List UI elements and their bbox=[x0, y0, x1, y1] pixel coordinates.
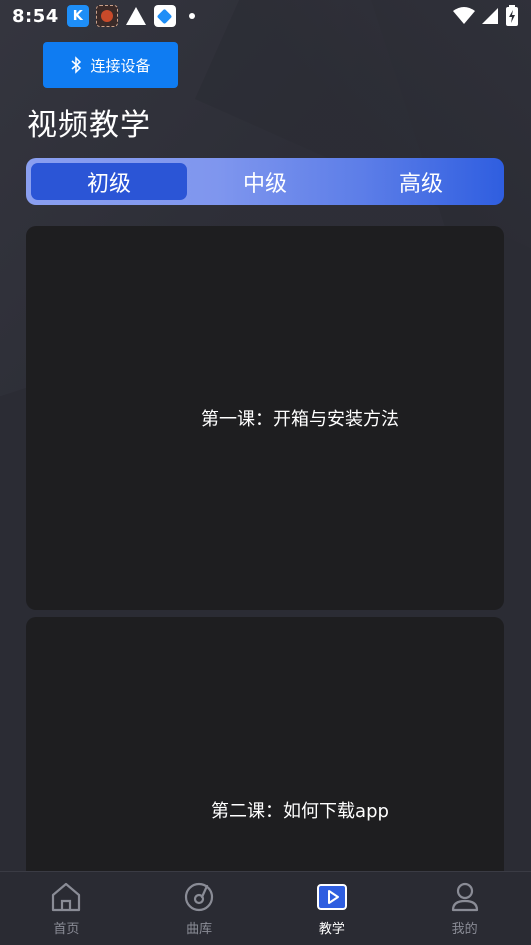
app-notification-icon bbox=[95, 5, 118, 27]
profile-icon bbox=[451, 882, 478, 912]
nav-item-profile[interactable]: 我的 bbox=[398, 872, 531, 945]
video-play-icon bbox=[316, 884, 347, 910]
status-time: 8:54 bbox=[12, 5, 59, 27]
app-k-notification-icon bbox=[66, 5, 89, 27]
tab-intermediate[interactable]: 中级 bbox=[187, 163, 343, 200]
connect-device-button[interactable]: 连接设备 bbox=[43, 42, 178, 88]
home-icon bbox=[52, 882, 81, 912]
nav-label: 教学 bbox=[318, 922, 345, 937]
nav-item-teaching[interactable]: 教学 bbox=[266, 872, 399, 945]
connect-device-label: 连接设备 bbox=[90, 56, 151, 75]
tab-beginner[interactable]: 初级 bbox=[31, 163, 187, 200]
bluetooth-icon bbox=[71, 56, 82, 74]
nav-item-library[interactable]: 曲库 bbox=[133, 872, 266, 945]
warning-icon bbox=[125, 5, 147, 27]
cell-signal-icon bbox=[482, 8, 498, 24]
nav-label: 首页 bbox=[53, 922, 80, 937]
more-notifications-dot-icon bbox=[188, 13, 195, 19]
bottom-navigation: 首页 曲库 教学 我的 bbox=[0, 871, 531, 945]
level-tabs: 初级 中级 高级 bbox=[26, 158, 504, 205]
tab-advanced[interactable]: 高级 bbox=[343, 163, 499, 200]
video-card-lesson-1[interactable]: 第一课：开箱与安装方法 bbox=[26, 226, 504, 610]
page-title: 视频教学 bbox=[27, 108, 151, 143]
nav-label: 曲库 bbox=[186, 922, 213, 937]
app-box-notification-icon bbox=[153, 5, 176, 27]
nav-label: 我的 bbox=[451, 922, 478, 937]
video-title: 第一课：开箱与安装方法 bbox=[201, 409, 399, 430]
nav-item-home[interactable]: 首页 bbox=[0, 872, 133, 945]
battery-charging-icon bbox=[506, 5, 518, 26]
music-disc-icon bbox=[185, 882, 214, 912]
video-card-lesson-2[interactable]: 第二课：如何下载app bbox=[26, 617, 504, 871]
video-title: 第二课：如何下载app bbox=[211, 801, 389, 822]
status-bar: 8:54 bbox=[0, 0, 531, 32]
wifi-icon bbox=[453, 7, 475, 24]
